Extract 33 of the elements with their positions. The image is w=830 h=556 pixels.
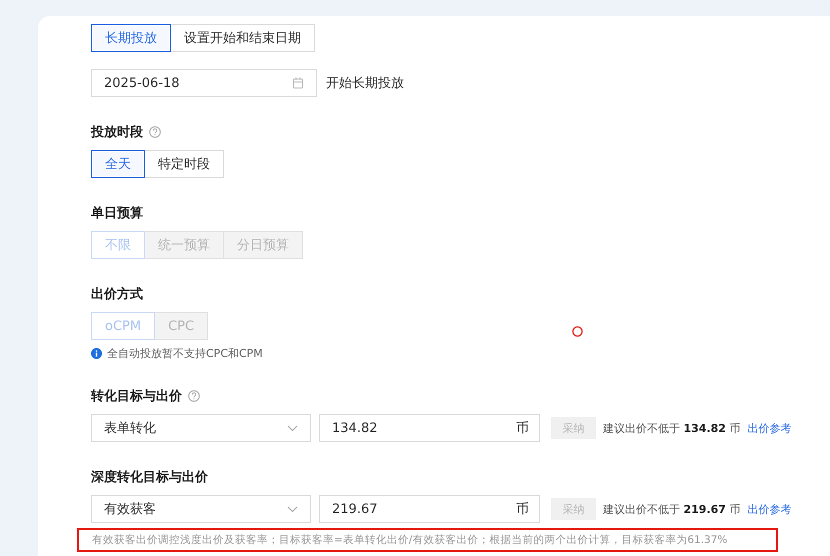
circle-marker: [572, 326, 583, 337]
segment-tab[interactable]: 全天: [91, 150, 145, 178]
date-field[interactable]: 2025-06-18: [91, 69, 317, 97]
bid-reference-link[interactable]: 出价参考: [747, 502, 792, 516]
currency-unit: 币: [516, 420, 529, 437]
section-label: 深度转化目标与出价: [91, 468, 208, 486]
suggestion-text: 建议出价不低于 219.67 币: [603, 502, 740, 516]
section-label: 单日预算: [91, 205, 143, 222]
calendar-icon: [292, 77, 304, 89]
price-value: 219.67: [332, 502, 378, 516]
currency-unit: 币: [516, 501, 529, 518]
bid-reference-link[interactable]: 出价参考: [747, 420, 792, 436]
section-label: 出价方式: [91, 286, 143, 303]
goal-select[interactable]: 表单转化: [91, 414, 311, 442]
price-field[interactable]: 134.82 币: [319, 414, 540, 442]
info-text: 全自动投放暂不支持CPC和CPM: [107, 346, 263, 361]
suggestion-text: 建议出价不低于 134.82 币: [603, 420, 740, 436]
goal-select[interactable]: 有效获客: [91, 495, 311, 523]
date-value: 2025-06-18: [104, 76, 180, 90]
section-label: 转化目标与出价: [91, 388, 182, 405]
note-text: 有效获客出价调控浅度出价及获客率；目标获客率=表单转化出价/有效获客出价；根据当前的两个出价计算，目标获客率为61.37%: [77, 528, 778, 552]
chevron-down-icon: [287, 424, 298, 432]
segment-tab[interactable]: 设置开始和结束日期: [170, 24, 315, 52]
help-icon[interactable]: [149, 126, 161, 138]
section-label: 投放时段: [91, 124, 143, 141]
segment-tab[interactable]: 长期投放: [91, 24, 171, 52]
date-hint: 开始长期投放: [326, 75, 404, 92]
price-field[interactable]: 219.67 币: [319, 495, 540, 523]
chevron-down-icon: [287, 506, 298, 512]
price-value: 134.82: [332, 420, 378, 436]
help-icon[interactable]: [188, 390, 200, 402]
info-icon: [91, 348, 102, 359]
segment-tab[interactable]: 特定时段: [144, 150, 224, 178]
